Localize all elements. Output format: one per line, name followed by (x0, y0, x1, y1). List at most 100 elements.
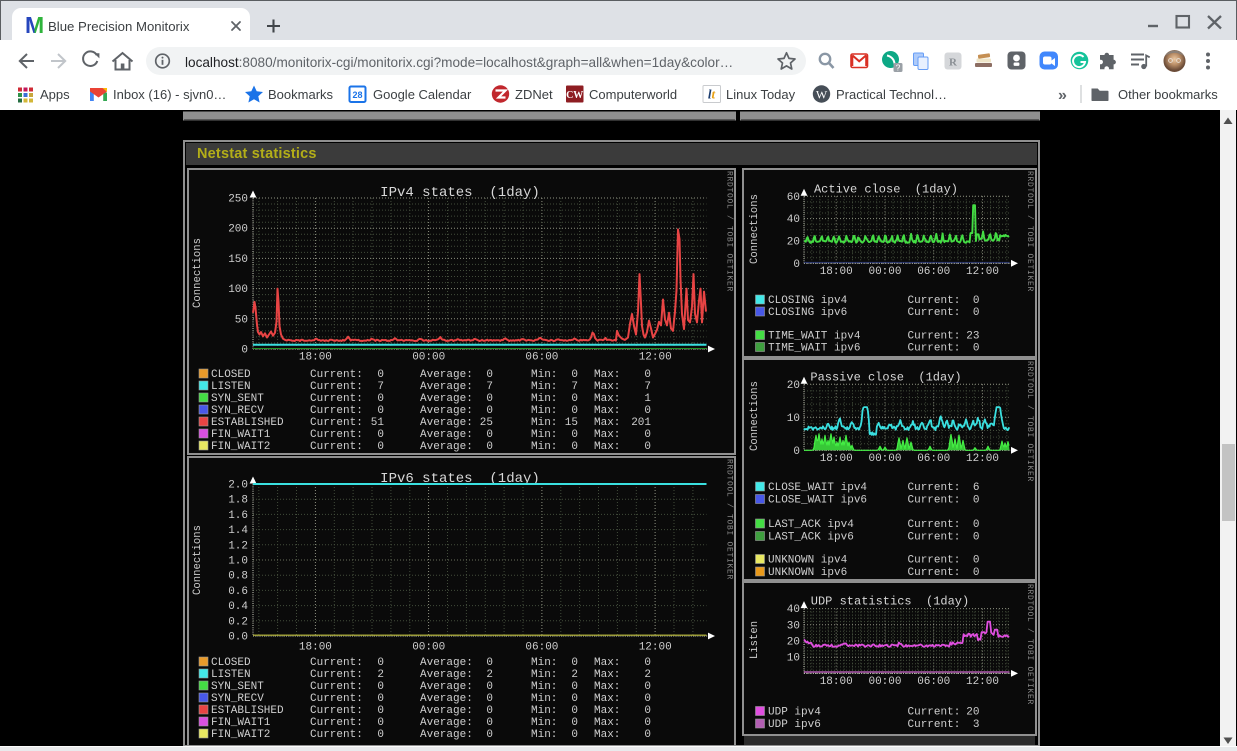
svg-text:Average:: Average: (420, 693, 473, 705)
svg-text:Current:: Current: (908, 555, 961, 567)
svg-text:0: 0 (486, 369, 493, 381)
svg-text:Current:: Current: (908, 331, 961, 343)
svg-text:Min:: Min: (531, 669, 557, 681)
svg-text:FIN_WAIT2: FIN_WAIT2 (211, 729, 270, 741)
svg-text:12:00: 12:00 (639, 642, 672, 654)
svg-text:0: 0 (644, 729, 651, 741)
svg-text:0: 0 (486, 393, 493, 405)
svg-text:2: 2 (644, 669, 651, 681)
svg-text:Current:: Current: (310, 417, 363, 429)
svg-text:Average:: Average: (420, 417, 473, 429)
svg-text:TIME_WAIT ipv4: TIME_WAIT ipv4 (768, 331, 861, 343)
svg-text:CLOSE_WAIT ipv4: CLOSE_WAIT ipv4 (768, 482, 867, 494)
svg-text:0: 0 (241, 345, 248, 357)
svg-text:Min:: Min: (531, 681, 557, 693)
svg-text:00:00: 00:00 (412, 352, 445, 364)
svg-text:UDP statistics (1day): UDP statistics (1day) (811, 595, 969, 609)
svg-text:18:00: 18:00 (820, 266, 853, 278)
svg-text:0: 0 (973, 532, 980, 544)
svg-text:0: 0 (644, 369, 651, 381)
svg-text:0: 0 (377, 717, 384, 729)
svg-text:Current:: Current: (908, 295, 961, 307)
svg-text:0: 0 (644, 681, 651, 693)
svg-text:CLOSE_WAIT ipv6: CLOSE_WAIT ipv6 (768, 495, 867, 507)
svg-text:00:00: 00:00 (868, 266, 901, 278)
svg-text:7: 7 (571, 381, 578, 393)
svg-text:LISTEN: LISTEN (211, 669, 251, 681)
svg-text:06:00: 06:00 (917, 453, 950, 465)
svg-text:»: » (1058, 87, 1067, 104)
svg-text:Max:: Max: (594, 417, 620, 429)
svg-text:30: 30 (787, 620, 800, 632)
svg-text:0: 0 (644, 429, 651, 441)
svg-text:06:00: 06:00 (525, 642, 558, 654)
svg-text:Current:: Current: (908, 719, 961, 731)
svg-text:2: 2 (377, 669, 384, 681)
svg-text:Average:: Average: (420, 657, 473, 669)
svg-text:0: 0 (973, 307, 980, 319)
svg-text:51: 51 (371, 417, 385, 429)
svg-text:Current:: Current: (310, 705, 363, 717)
svg-text:CLOSING ipv6: CLOSING ipv6 (768, 307, 847, 319)
svg-text:Max:: Max: (594, 441, 620, 453)
svg-text:Current:: Current: (310, 429, 363, 441)
svg-text:Min:: Min: (531, 369, 557, 381)
svg-text:Min:: Min: (531, 429, 557, 441)
svg-text:0: 0 (644, 705, 651, 717)
svg-text:SYN_SENT: SYN_SENT (211, 393, 264, 405)
svg-text:Average:: Average: (420, 405, 473, 417)
svg-text:2: 2 (486, 669, 493, 681)
svg-text:0: 0 (377, 681, 384, 693)
svg-text:0: 0 (571, 681, 578, 693)
svg-text:18:00: 18:00 (820, 676, 853, 688)
svg-text:12:00: 12:00 (639, 352, 672, 364)
svg-text:Current:: Current: (908, 519, 961, 531)
svg-text:40: 40 (787, 214, 800, 226)
svg-text:Current:: Current: (908, 495, 961, 507)
svg-text:Current:: Current: (310, 405, 363, 417)
svg-text:00:00: 00:00 (868, 453, 901, 465)
svg-text:ESTABLISHED: ESTABLISHED (211, 417, 284, 429)
svg-text:0: 0 (486, 693, 493, 705)
svg-text:RRDTOOL / TOBI OETIKER: RRDTOOL / TOBI OETIKER (1025, 361, 1034, 482)
svg-text:CLOSED: CLOSED (211, 369, 251, 381)
svg-text:SYN_RECV: SYN_RECV (211, 693, 264, 705)
svg-text:CLOSED: CLOSED (211, 657, 251, 669)
svg-text:Current:: Current: (310, 369, 363, 381)
svg-text:Max:: Max: (594, 669, 620, 681)
svg-text:0: 0 (377, 693, 384, 705)
svg-text:Max:: Max: (594, 681, 620, 693)
svg-text:Max:: Max: (594, 393, 620, 405)
svg-text:Average:: Average: (420, 669, 473, 681)
svg-text:0: 0 (793, 446, 800, 458)
svg-text:2: 2 (571, 669, 578, 681)
svg-text:0: 0 (644, 693, 651, 705)
svg-text:Average:: Average: (420, 429, 473, 441)
svg-text:Current:: Current: (908, 567, 961, 579)
svg-text:Average:: Average: (420, 705, 473, 717)
svg-text:10: 10 (787, 653, 800, 665)
svg-text:150: 150 (228, 254, 248, 266)
svg-text:0: 0 (377, 369, 384, 381)
svg-text:SYN_RECV: SYN_RECV (211, 405, 264, 417)
svg-text:FIN_WAIT1: FIN_WAIT1 (211, 717, 271, 729)
svg-text:15: 15 (565, 417, 578, 429)
svg-text:Average:: Average: (420, 729, 473, 741)
svg-text:0: 0 (486, 717, 493, 729)
svg-text:Current:: Current: (908, 482, 961, 494)
svg-text:Min:: Min: (531, 441, 557, 453)
svg-text:0: 0 (644, 441, 651, 453)
svg-text:Min:: Min: (531, 693, 557, 705)
svg-text:Min:: Min: (531, 717, 557, 729)
svg-text:Current:: Current: (310, 441, 363, 453)
svg-text:18:00: 18:00 (299, 642, 332, 654)
svg-text:Connections: Connections (192, 238, 204, 308)
svg-text:06:00: 06:00 (917, 266, 950, 278)
svg-text:18:00: 18:00 (299, 352, 332, 364)
svg-text:18:00: 18:00 (820, 453, 853, 465)
svg-text:0: 0 (973, 567, 980, 579)
svg-text:Connections: Connections (749, 194, 761, 264)
svg-text:0: 0 (377, 429, 384, 441)
svg-text:250: 250 (228, 194, 248, 206)
svg-text:0: 0 (377, 393, 384, 405)
